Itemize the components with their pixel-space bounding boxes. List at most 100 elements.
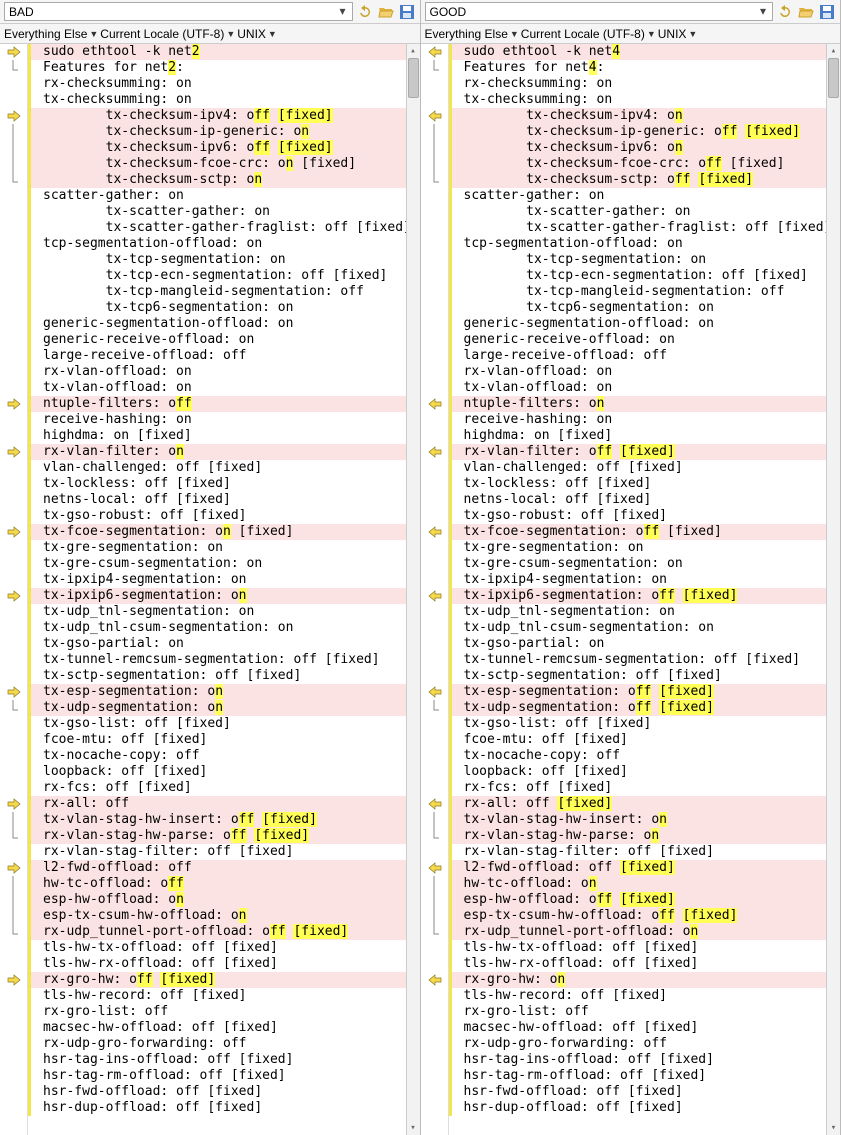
code-line[interactable]: rx-gro-hw: on <box>449 972 827 988</box>
code-line[interactable]: rx-fcs: off [fixed] <box>449 780 827 796</box>
code-line[interactable]: tx-fcoe-segmentation: off [fixed] <box>449 524 827 540</box>
code-line[interactable]: fcoe-mtu: off [fixed] <box>449 732 827 748</box>
code-line[interactable]: highdma: on [fixed] <box>449 428 827 444</box>
code-line[interactable]: tx-ipxip4-segmentation: on <box>28 572 406 588</box>
code-line[interactable]: rx-vlan-offload: on <box>449 364 827 380</box>
left-lines[interactable]: sudo ethtool -k net2Features for net2: rx… <box>28 44 406 1135</box>
diff-arrow-icon[interactable] <box>0 396 28 412</box>
code-line[interactable]: hw-tc-offload: off <box>28 876 406 892</box>
code-line[interactable]: tx-gso-partial: on <box>449 636 827 652</box>
code-line[interactable]: tx-ipxip6-segmentation: on <box>28 588 406 604</box>
code-line[interactable]: tcp-segmentation-offload: on <box>28 236 406 252</box>
code-line[interactable]: Features for net2: <box>28 60 406 76</box>
save-icon[interactable] <box>818 3 836 21</box>
code-line[interactable]: rx-vlan-stag-hw-parse: off [fixed] <box>28 828 406 844</box>
code-line[interactable]: netns-local: off [fixed] <box>449 492 827 508</box>
diff-arrow-icon[interactable] <box>421 588 449 604</box>
diff-arrow-icon[interactable] <box>0 860 28 876</box>
code-line[interactable]: macsec-hw-offload: off [fixed] <box>28 1020 406 1036</box>
code-line[interactable]: hsr-tag-ins-offload: off [fixed] <box>28 1052 406 1068</box>
code-line[interactable]: tx-gre-segmentation: on <box>449 540 827 556</box>
code-line[interactable]: tx-fcoe-segmentation: on [fixed] <box>28 524 406 540</box>
code-line[interactable]: esp-tx-csum-hw-offload: on <box>28 908 406 924</box>
code-line[interactable]: ntuple-filters: on <box>449 396 827 412</box>
code-line[interactable]: esp-hw-offload: on <box>28 892 406 908</box>
scroll-down-icon[interactable]: ▾ <box>407 1121 420 1135</box>
code-line[interactable]: tx-checksumming: on <box>28 92 406 108</box>
code-line[interactable]: rx-udp-gro-forwarding: off <box>449 1036 827 1052</box>
code-line[interactable]: tls-hw-tx-offload: off [fixed] <box>449 940 827 956</box>
code-line[interactable]: tx-udp_tnl-csum-segmentation: on <box>28 620 406 636</box>
code-line[interactable]: sudo ethtool -k net2 <box>28 44 406 60</box>
code-line[interactable]: tx-tcp-ecn-segmentation: off [fixed] <box>28 268 406 284</box>
code-line[interactable]: generic-segmentation-offload: on <box>28 316 406 332</box>
code-line[interactable]: tx-checksum-ipv4: on <box>449 108 827 124</box>
code-line[interactable]: rx-gro-list: off <box>449 1004 827 1020</box>
code-line[interactable]: tls-hw-record: off [fixed] <box>28 988 406 1004</box>
code-line[interactable]: netns-local: off [fixed] <box>28 492 406 508</box>
code-line[interactable]: esp-tx-csum-hw-offload: off [fixed] <box>449 908 827 924</box>
code-line[interactable]: generic-receive-offload: on <box>28 332 406 348</box>
code-line[interactable]: tx-tcp-segmentation: on <box>449 252 827 268</box>
code-line[interactable]: scatter-gather: on <box>28 188 406 204</box>
code-line[interactable]: rx-all: off [fixed] <box>449 796 827 812</box>
code-line[interactable]: tx-tunnel-remcsum-segmentation: off [fix… <box>28 652 406 668</box>
code-line[interactable]: tx-tcp6-segmentation: on <box>28 300 406 316</box>
code-line[interactable]: receive-hashing: on <box>28 412 406 428</box>
filter-locale[interactable]: Current Locale (UTF-8)▼ <box>100 27 235 41</box>
code-line[interactable]: scatter-gather: on <box>449 188 827 204</box>
code-line[interactable]: tx-gre-segmentation: on <box>28 540 406 556</box>
code-line[interactable]: rx-vlan-filter: off [fixed] <box>449 444 827 460</box>
code-line[interactable]: tx-nocache-copy: off <box>449 748 827 764</box>
diff-arrow-icon[interactable] <box>0 108 28 124</box>
code-line[interactable]: tx-sctp-segmentation: off [fixed] <box>449 668 827 684</box>
code-line[interactable]: loopback: off [fixed] <box>28 764 406 780</box>
code-line[interactable]: rx-all: off <box>28 796 406 812</box>
code-line[interactable]: tx-esp-segmentation: on <box>28 684 406 700</box>
code-line[interactable]: tx-udp-segmentation: off [fixed] <box>449 700 827 716</box>
code-line[interactable]: rx-fcs: off [fixed] <box>28 780 406 796</box>
code-line[interactable]: tx-checksum-ip-generic: off [fixed] <box>449 124 827 140</box>
filter-lineend[interactable]: UNIX▼ <box>658 27 698 41</box>
code-line[interactable]: tls-hw-rx-offload: off [fixed] <box>28 956 406 972</box>
code-line[interactable]: fcoe-mtu: off [fixed] <box>28 732 406 748</box>
code-line[interactable]: tx-vlan-offload: on <box>28 380 406 396</box>
code-line[interactable]: hsr-dup-offload: off [fixed] <box>449 1100 827 1116</box>
right-file-combo[interactable]: GOOD ▾ <box>425 2 774 21</box>
code-line[interactable]: Features for net4: <box>449 60 827 76</box>
code-line[interactable]: tx-sctp-segmentation: off [fixed] <box>28 668 406 684</box>
code-line[interactable]: tx-ipxip6-segmentation: off [fixed] <box>449 588 827 604</box>
scroll-down-icon[interactable]: ▾ <box>827 1121 840 1135</box>
code-line[interactable]: receive-hashing: on <box>449 412 827 428</box>
scroll-up-icon[interactable]: ▴ <box>827 44 840 58</box>
code-line[interactable]: tx-gso-robust: off [fixed] <box>28 508 406 524</box>
code-line[interactable]: macsec-hw-offload: off [fixed] <box>449 1020 827 1036</box>
code-line[interactable]: tx-vlan-offload: on <box>449 380 827 396</box>
undo-icon[interactable] <box>776 3 794 21</box>
code-line[interactable]: large-receive-offload: off <box>449 348 827 364</box>
code-line[interactable]: vlan-challenged: off [fixed] <box>449 460 827 476</box>
code-line[interactable]: hsr-dup-offload: off [fixed] <box>28 1100 406 1116</box>
diff-arrow-icon[interactable] <box>421 108 449 124</box>
code-line[interactable]: esp-hw-offload: off [fixed] <box>449 892 827 908</box>
scroll-thumb[interactable] <box>828 58 839 98</box>
filter-everything-else[interactable]: Everything Else▼ <box>425 27 519 41</box>
diff-arrow-icon[interactable] <box>0 684 28 700</box>
diff-arrow-icon[interactable] <box>0 44 28 60</box>
code-line[interactable]: tx-tcp-segmentation: on <box>28 252 406 268</box>
scroll-thumb[interactable] <box>408 58 419 98</box>
code-line[interactable]: tx-scatter-gather: on <box>28 204 406 220</box>
code-line[interactable]: tx-lockless: off [fixed] <box>449 476 827 492</box>
folder-open-icon[interactable] <box>377 3 395 21</box>
code-line[interactable]: tx-gre-csum-segmentation: on <box>449 556 827 572</box>
code-line[interactable]: tx-vlan-stag-hw-insert: on <box>449 812 827 828</box>
code-line[interactable]: tls-hw-tx-offload: off [fixed] <box>28 940 406 956</box>
code-line[interactable]: tx-checksumming: on <box>449 92 827 108</box>
save-icon[interactable] <box>398 3 416 21</box>
code-line[interactable]: rx-vlan-offload: on <box>28 364 406 380</box>
code-line[interactable]: rx-udp-gro-forwarding: off <box>28 1036 406 1052</box>
code-line[interactable]: tx-gso-robust: off [fixed] <box>449 508 827 524</box>
code-line[interactable]: l2-fwd-offload: off <box>28 860 406 876</box>
code-line[interactable]: hsr-fwd-offload: off [fixed] <box>449 1084 827 1100</box>
code-line[interactable]: rx-checksumming: on <box>449 76 827 92</box>
